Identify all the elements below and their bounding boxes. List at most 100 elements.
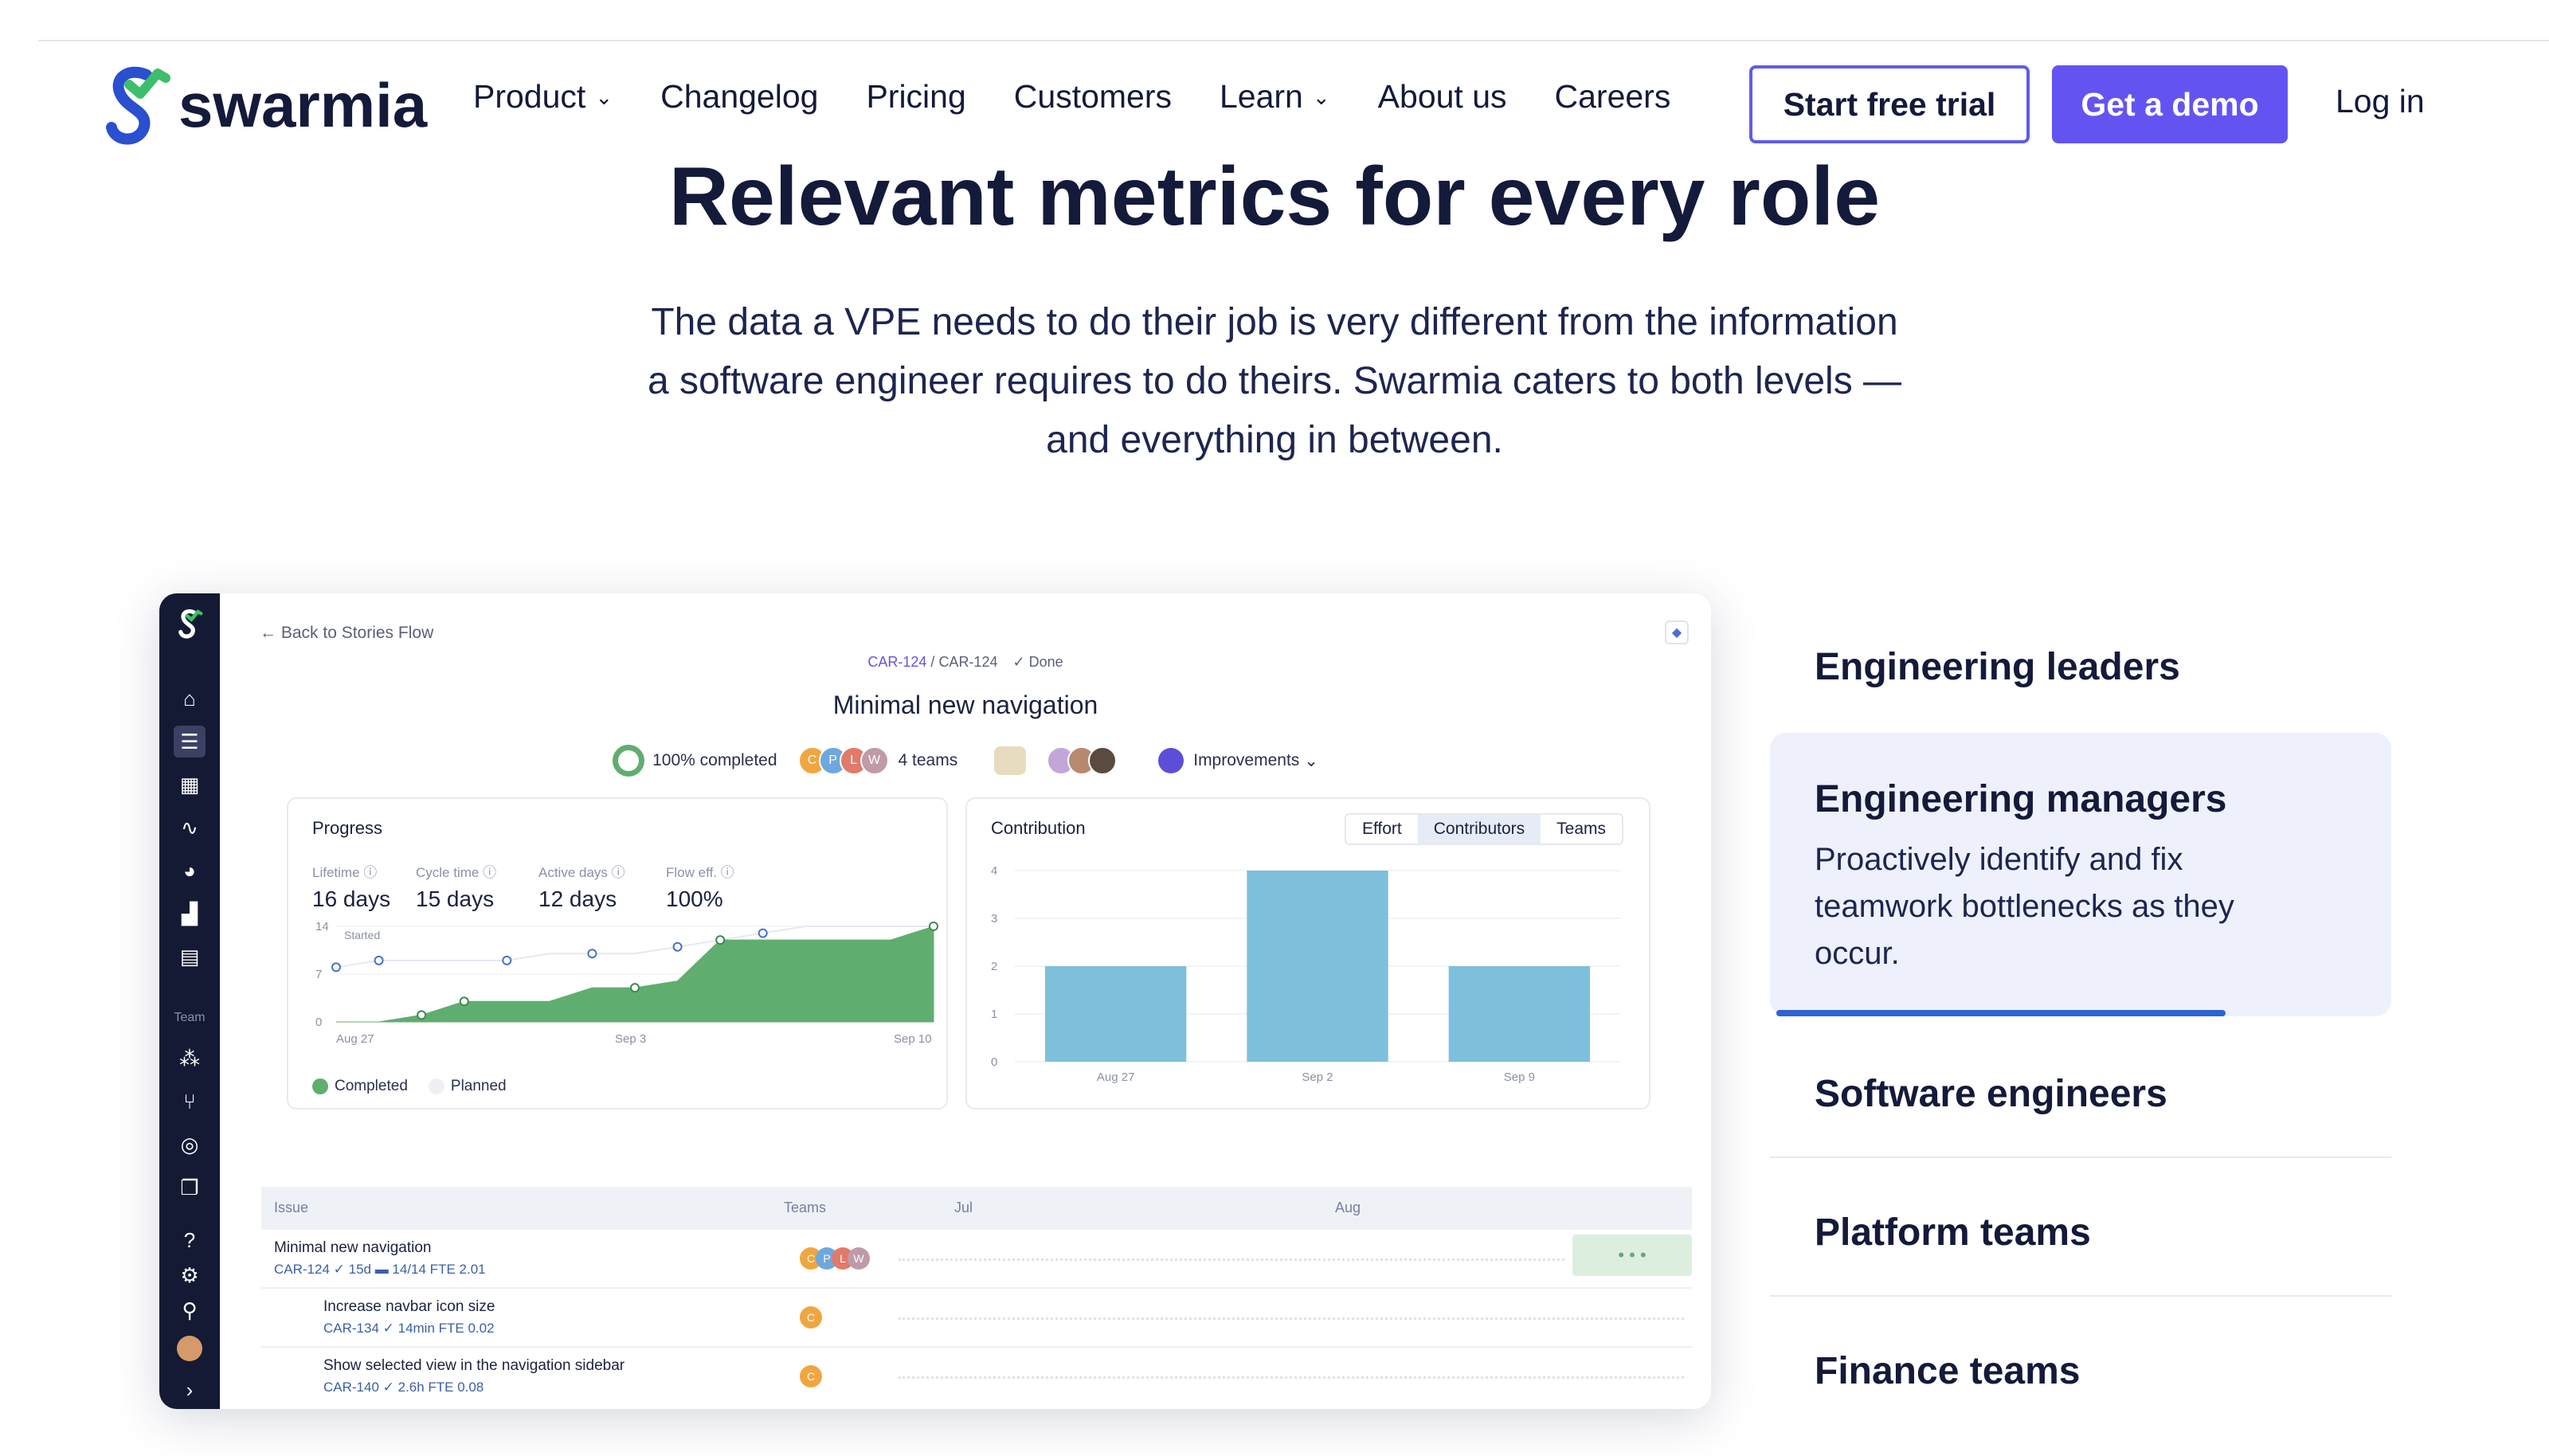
y-tick-label: 14 (315, 920, 329, 933)
progress-legend: Completed Planned (312, 1078, 507, 1095)
swarmia-logo-icon (106, 66, 170, 145)
role-label: Platform teams (1815, 1211, 2091, 1254)
expand-icon[interactable]: › (174, 1374, 206, 1406)
timeline-track (899, 1258, 1564, 1261)
x-tick-label: Sep 10 (894, 1032, 932, 1046)
avatar: C (800, 1306, 822, 1329)
nav-careers[interactable]: Careers (1555, 78, 1671, 115)
x-tick-label: Sep 9 (1504, 1070, 1535, 1084)
timeline-track (899, 1376, 1684, 1379)
team-avatars[interactable]: C P L W (797, 746, 889, 775)
completed-legend-dot (312, 1078, 328, 1094)
settings-diamond-icon[interactable]: ◆ (1665, 620, 1689, 644)
nav-about[interactable]: About us (1378, 78, 1507, 115)
issue-name: Minimal new navigation (274, 1239, 432, 1256)
role-description: Proactively identify and fix teamwork bo… (1815, 842, 2234, 971)
planned-point (331, 962, 341, 973)
tab-teams[interactable]: Teams (1541, 815, 1622, 843)
role-label: Finance teams (1815, 1350, 2081, 1392)
bar (1448, 966, 1590, 1062)
completion-text: 100% completed (652, 751, 777, 769)
col-teams: Teams (784, 1200, 827, 1215)
completed-point (630, 983, 640, 993)
home-icon[interactable]: ⌂ (174, 683, 206, 714)
nav-customers[interactable]: Customers (1014, 78, 1172, 115)
story-meta: 100% completed C P L W 4 teams Improveme… (220, 745, 1711, 777)
tab-effort[interactable]: Effort (1346, 815, 1418, 843)
timeline-bar[interactable]: • • • (1572, 1235, 1692, 1276)
category-dot-icon (1158, 748, 1184, 773)
story-title: Minimal new navigation (832, 691, 1098, 719)
table-header: Issue Teams Jul Aug (261, 1187, 1692, 1230)
nav-customers-label: Customers (1013, 78, 1172, 115)
completed-point (929, 922, 938, 931)
pull-request-icon[interactable]: ⑂ (174, 1086, 206, 1117)
role-engineering-managers[interactable]: Engineering managers Proactively identif… (1770, 733, 2391, 1016)
stack-icon[interactable]: ❐ (174, 1172, 206, 1204)
completed-point (715, 935, 726, 945)
logo[interactable]: swarmia (97, 64, 427, 147)
crumb-parent[interactable]: CAR-124 (867, 654, 926, 670)
x-tick-label: Sep 2 (1302, 1070, 1333, 1084)
completion-ring-icon (613, 745, 645, 777)
app-main: ← Back to Stories Flow ◆ CAR-124 / CAR-1… (220, 593, 1711, 1409)
issue-name: Increase navbar icon size (323, 1298, 495, 1315)
category-select[interactable]: Improvements (1193, 751, 1299, 770)
progress-chart: 14 7 0 Started Aug 27 Sep 3 Sep 10 (315, 920, 938, 1046)
issue-meta: CAR-140 ✓ 2.6h FTE 0.08 (323, 1380, 484, 1395)
nav-learn[interactable]: Learn ⌄ (1220, 78, 1330, 115)
contributor-avatars[interactable] (1047, 746, 1118, 775)
avatar: W (848, 1247, 870, 1270)
trend-icon[interactable]: ∿ (174, 812, 206, 843)
avatar[interactable] (174, 1333, 206, 1364)
app-sidebar: ⌂ ☰ ▦ ∿ ◕ ▟ ▤ Team ⁂ ⑂ ◎ ❐ ? ⚙ ⚲ › (159, 593, 220, 1409)
teams-count: 4 teams (898, 751, 958, 769)
swarmia-logo-icon (174, 608, 206, 640)
crumb-status: ✓ Done (1012, 654, 1063, 670)
planned-point (502, 955, 512, 965)
y-tick-label: 4 (991, 864, 997, 878)
search-icon[interactable]: ⚲ (174, 1294, 206, 1326)
gear-icon[interactable]: ⚙ (174, 1259, 206, 1291)
nav-changelog[interactable]: Changelog (660, 78, 818, 115)
planned-point (587, 949, 597, 959)
nav-pricing[interactable]: Pricing (866, 78, 965, 115)
table-row[interactable]: Show selected view in the navigation sid… (261, 1349, 1692, 1407)
target-icon[interactable]: ◎ (174, 1129, 206, 1160)
contributors-group-icon[interactable] (994, 746, 1027, 775)
help-icon[interactable]: ? (174, 1224, 206, 1256)
contribution-title: Contribution (991, 818, 1086, 838)
progress-title: Progress (312, 818, 383, 838)
tab-contributors[interactable]: Contributors (1417, 815, 1541, 843)
timeline-track (899, 1317, 1684, 1320)
y-tick-label: 0 (315, 1016, 322, 1029)
back-link[interactable]: ← Back to Stories Flow (260, 624, 433, 643)
nav-learn-label: Learn (1220, 78, 1303, 115)
bar (1247, 871, 1388, 1062)
chevron-down-icon: ⌄ (1304, 751, 1318, 770)
planned-point (374, 955, 384, 965)
y-tick-label: 3 (991, 912, 997, 926)
stat-label-cycle: Cycle time ⓘ (416, 865, 497, 880)
issue-meta: CAR-124 ✓ 15d ▬ 14/14 FTE 2.01 (274, 1262, 486, 1277)
hero-subtitle: The data a VPE needs to do their job is … (647, 301, 1902, 461)
bar (1045, 966, 1187, 1062)
get-a-demo-button[interactable]: Get a demo (2052, 65, 2288, 143)
table-row[interactable]: Increase navbar icon size CAR-134 ✓ 14mi… (261, 1290, 1692, 1348)
stat-label-lifetime: Lifetime ⓘ (312, 865, 378, 880)
contribution-tabs: Effort Contributors Teams (1344, 813, 1623, 845)
team-icon[interactable]: ⁂ (174, 1043, 206, 1074)
crumb-current[interactable]: CAR-124 (938, 654, 997, 670)
progress-panel: Progress Lifetime ⓘ 16 days Cycle time ⓘ… (287, 797, 948, 1110)
divider (1770, 1157, 2391, 1158)
calendar-icon[interactable]: ▤ (174, 941, 206, 973)
work-icon[interactable]: ☰ (174, 726, 206, 757)
grid-icon[interactable]: ▦ (174, 769, 206, 800)
start-free-trial-button[interactable]: Start free trial (1749, 65, 2030, 143)
contribution-chart: 4 3 2 1 0 Aug 27 Sep 2 Sep 9 (991, 864, 1620, 1084)
nav-product[interactable]: Product ⌄ (473, 78, 613, 115)
bars-icon[interactable]: ▟ (174, 898, 206, 930)
table-row[interactable]: Minimal new navigation CAR-124 ✓ 15d ▬ 1… (261, 1231, 1692, 1289)
investment-icon[interactable]: ◕ (174, 855, 206, 887)
log-in-link[interactable]: Log in (2336, 83, 2425, 120)
